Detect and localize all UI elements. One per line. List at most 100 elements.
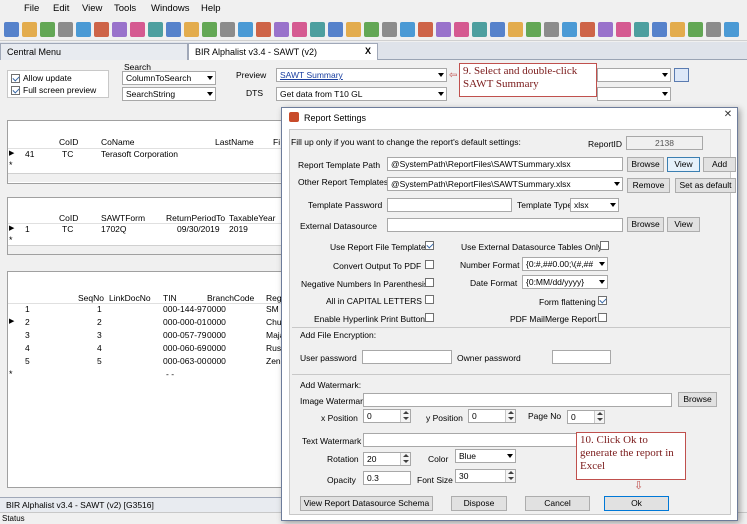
grid3-newrow-cell[interactable]: - -: [166, 369, 174, 379]
external-datasource-input[interactable]: [387, 218, 623, 232]
grid2-header-coid[interactable]: CoID: [59, 213, 78, 223]
other-templates-combo[interactable]: @SystemPath\ReportFiles\SAWTSummary.xlsx: [387, 177, 623, 191]
grid2-header-returnperiodto[interactable]: ReturnPeriodTo: [166, 213, 225, 223]
menu-view[interactable]: View: [82, 3, 102, 14]
menu-tools[interactable]: Tools: [114, 3, 136, 14]
bottom-window-tab[interactable]: BIR Alphalist v3.4 - SAWT (v2) [G3516]: [0, 497, 282, 512]
grid2-cell[interactable]: 1: [25, 224, 30, 234]
user-password-input[interactable]: [362, 350, 452, 364]
grid3-cell[interactable]: 4: [25, 343, 30, 353]
spinner-arrows-icon[interactable]: [505, 470, 515, 482]
edit-icon[interactable]: [382, 22, 397, 37]
use-report-file-template-checkbox[interactable]: [425, 241, 434, 250]
filter-icon[interactable]: [652, 22, 667, 37]
calendar-icon[interactable]: [310, 22, 325, 37]
funnel-add-icon[interactable]: [724, 22, 739, 37]
tab-central-menu[interactable]: Central Menu: [0, 43, 188, 60]
ok-button[interactable]: Ok: [604, 496, 669, 511]
print-icon[interactable]: [58, 22, 73, 37]
paste-icon[interactable]: [238, 22, 253, 37]
undo-icon[interactable]: [166, 22, 181, 37]
grid1-cell[interactable]: 41: [25, 149, 34, 159]
refresh-icon[interactable]: [148, 22, 163, 37]
x-position-stepper[interactable]: 0: [363, 409, 411, 423]
view-datasource-schema-button[interactable]: View Report Datasource Schema: [300, 496, 433, 511]
grid2-header-taxableyear[interactable]: TaxableYear: [229, 213, 275, 223]
grid2-cell[interactable]: 2019: [229, 224, 248, 234]
owner-password-input[interactable]: [552, 350, 611, 364]
allow-update-checkbox[interactable]: [11, 74, 20, 83]
y-position-stepper[interactable]: 0: [468, 409, 516, 423]
grid2-header-sawtform[interactable]: SAWTForm: [101, 213, 145, 223]
menu-help[interactable]: Help: [201, 3, 221, 14]
image-watermark-input[interactable]: [363, 393, 672, 407]
bell-icon[interactable]: [544, 22, 559, 37]
dispose-button[interactable]: Dispose: [451, 496, 507, 511]
search-string-combo[interactable]: SearchString: [122, 87, 216, 101]
info-icon[interactable]: [292, 22, 307, 37]
page-no-stepper[interactable]: 0: [567, 410, 605, 424]
calculator-icon[interactable]: [130, 22, 145, 37]
upload-icon[interactable]: [112, 22, 127, 37]
use-external-ds-tables-checkbox[interactable]: [600, 241, 609, 250]
cm-icon[interactable]: [328, 22, 343, 37]
tag-icon[interactable]: [616, 22, 631, 37]
grid2-cell[interactable]: 09/30/2019: [177, 224, 220, 234]
star-icon[interactable]: [364, 22, 379, 37]
convert-pdf-checkbox[interactable]: [425, 260, 434, 269]
set-default-button[interactable]: Set as default: [675, 178, 736, 193]
spinner-arrows-icon[interactable]: [594, 411, 604, 423]
date-format-combo[interactable]: {0:MM/dd/yyyy}: [522, 275, 608, 289]
grid3-cell[interactable]: 000-063-00: [163, 356, 206, 366]
preview-combo[interactable]: SAWT Summary: [276, 68, 447, 82]
grid3-cell[interactable]: 3: [97, 330, 102, 340]
open-icon[interactable]: [22, 22, 37, 37]
grid3-cell[interactable]: 0000: [207, 356, 226, 366]
list-view-icon[interactable]: [674, 68, 689, 82]
grid3-cell[interactable]: 4: [97, 343, 102, 353]
filter-edit-icon[interactable]: [670, 22, 685, 37]
save-icon[interactable]: [40, 22, 55, 37]
template-browse-button[interactable]: Browse: [627, 157, 664, 172]
grid-icon[interactable]: [256, 22, 271, 37]
grid3-cell[interactable]: 000-144-97: [163, 304, 206, 314]
grid3-cell[interactable]: 0000: [207, 330, 226, 340]
filter-clear-icon[interactable]: [688, 22, 703, 37]
grid1-cell[interactable]: TC: [62, 149, 73, 159]
mail-icon[interactable]: [436, 22, 451, 37]
watermark-browse-button[interactable]: Browse: [678, 392, 717, 407]
column-to-search-combo[interactable]: ColumnToSearch: [122, 71, 216, 85]
grid3-header-tin[interactable]: TIN: [163, 293, 177, 303]
grid3-header-branchcode[interactable]: BranchCode: [207, 293, 254, 303]
settings-icon[interactable]: [418, 22, 433, 37]
template-password-input[interactable]: [387, 198, 512, 212]
grid1-header-coname[interactable]: CoName: [101, 137, 135, 147]
funnel-icon[interactable]: [706, 22, 721, 37]
form-flattening-checkbox[interactable]: [598, 296, 607, 305]
sort-icon[interactable]: [346, 22, 361, 37]
preview-icon[interactable]: [76, 22, 91, 37]
spinner-arrows-icon[interactable]: [400, 453, 410, 465]
chat-icon[interactable]: [454, 22, 469, 37]
grid3-cell[interactable]: 2: [25, 317, 30, 327]
grid3-cell[interactable]: 0000: [207, 343, 226, 353]
menu-file[interactable]: File: [24, 3, 39, 14]
tab-alphalist[interactable]: BIR Alphalist v3.4 - SAWT (v2) X: [188, 43, 378, 60]
grid3-header-seqno[interactable]: SeqNo: [78, 293, 104, 303]
menu-edit[interactable]: Edit: [53, 3, 69, 14]
grid3-header-linkdocno[interactable]: LinkDocNo: [109, 293, 151, 303]
chart-icon[interactable]: [562, 22, 577, 37]
font-size-stepper[interactable]: 30: [455, 469, 516, 483]
key-icon[interactable]: [472, 22, 487, 37]
grid3-cell[interactable]: 0000: [207, 317, 226, 327]
datasource-view-button[interactable]: View: [667, 217, 700, 232]
grid3-cell[interactable]: 3: [25, 330, 30, 340]
window-icon[interactable]: [526, 22, 541, 37]
grid3-cell[interactable]: 000-057-79: [163, 330, 206, 340]
menu-windows[interactable]: Windows: [151, 3, 190, 14]
pdf-mailmerge-checkbox[interactable]: [598, 313, 607, 322]
right-combo-1[interactable]: [597, 68, 671, 82]
cancel-button[interactable]: Cancel: [525, 496, 590, 511]
template-view-button[interactable]: View: [667, 157, 700, 172]
grid3-cell[interactable]: 0000: [207, 304, 226, 314]
